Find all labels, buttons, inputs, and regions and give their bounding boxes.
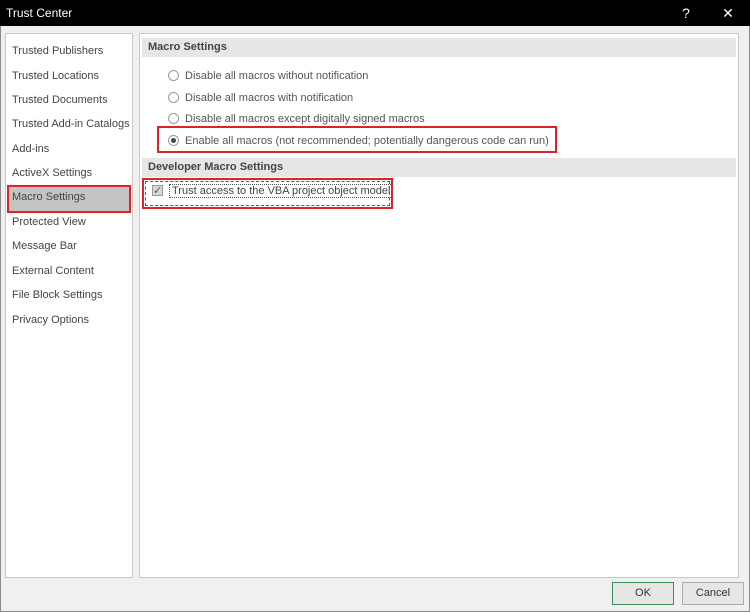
radio-button[interactable] [168,70,179,81]
macro-settings-header: Macro Settings [142,38,736,57]
cancel-button[interactable]: Cancel [682,582,744,605]
sidebar-item-trusted-publishers[interactable]: Trusted Publishers [7,39,131,65]
radio-disable-without-notification[interactable]: Disable all macros without notification [168,67,368,85]
radio-button[interactable] [168,113,179,124]
help-button[interactable]: ? [666,0,706,26]
radio-label: Disable all macros without notification [185,70,369,82]
highlight-vba-access [142,178,393,209]
developer-settings-header: Developer Macro Settings [142,158,736,177]
title-bar: Trust Center ? ✕ [0,0,750,26]
close-button[interactable]: ✕ [708,0,748,26]
highlight-enable-all-macros [157,126,557,153]
radio-label: Disable all macros except digitally sign… [185,113,425,125]
radio-disable-with-notification[interactable]: Disable all macros with notification [168,89,353,107]
settings-panel: Macro Settings Disable all macros withou… [139,33,739,578]
window-title: Trust Center [6,6,73,20]
sidebar-item-trusted-documents[interactable]: Trusted Documents [7,88,131,114]
sidebar-item-message-bar[interactable]: Message Bar [7,234,131,260]
radio-button[interactable] [168,92,179,103]
sidebar-item-macro-settings[interactable]: Macro Settings [7,185,131,213]
sidebar-item-trusted-locations[interactable]: Trusted Locations [7,64,131,90]
sidebar-item-trusted-add-in-catalogs[interactable]: Trusted Add-in Catalogs [7,112,131,138]
ok-button[interactable]: OK [612,582,674,605]
sidebar-item-protected-view[interactable]: Protected View [7,210,131,236]
sidebar-item-external-content[interactable]: External Content [7,259,131,285]
sidebar-item-privacy-options[interactable]: Privacy Options [7,308,131,334]
sidebar-item-add-ins[interactable]: Add-ins [7,137,131,163]
sidebar-item-file-block-settings[interactable]: File Block Settings [7,283,131,309]
dialog-body: Trusted Publishers Trusted Locations Tru… [0,26,750,612]
radio-label: Disable all macros with notification [185,92,354,104]
sidebar: Trusted Publishers Trusted Locations Tru… [5,33,133,578]
sidebar-item-activex-settings[interactable]: ActiveX Settings [7,161,131,187]
